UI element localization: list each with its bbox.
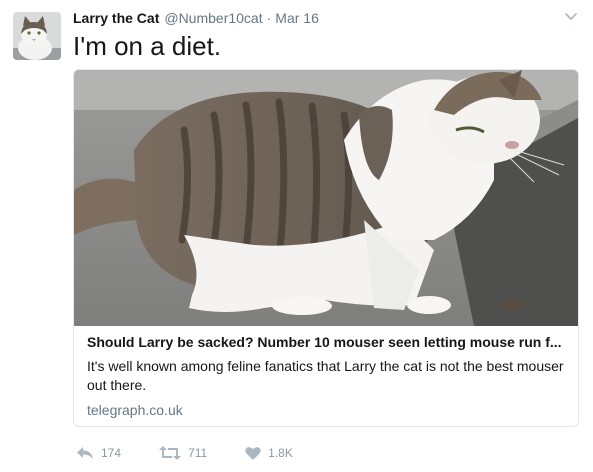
- card-image: [74, 70, 578, 326]
- like-button[interactable]: 1.8K: [245, 446, 293, 460]
- author-handle[interactable]: @Number10cat: [164, 10, 262, 26]
- reply-icon: [77, 447, 93, 459]
- card-title[interactable]: Should Larry be sacked? Number 10 mouser…: [87, 333, 566, 351]
- card-domain[interactable]: telegraph.co.uk: [87, 401, 566, 419]
- like-count: 1.8K: [268, 446, 293, 460]
- tweet-actions: 174 711 1.8K: [76, 443, 331, 463]
- avatar-cat-image: [13, 12, 61, 60]
- tweet-text: I'm on a diet.: [73, 31, 222, 61]
- heart-icon: [245, 447, 261, 460]
- tweet-timestamp[interactable]: Mar 16: [275, 10, 319, 26]
- link-card[interactable]: Should Larry be sacked? Number 10 mouser…: [73, 69, 579, 427]
- reply-count: 174: [101, 446, 122, 460]
- chevron-down-icon[interactable]: [563, 8, 579, 24]
- avatar[interactable]: [13, 12, 61, 60]
- retweet-count: 711: [188, 446, 208, 460]
- author-name[interactable]: Larry the Cat: [73, 10, 159, 26]
- reply-button[interactable]: 174: [76, 446, 121, 460]
- retweet-icon: [159, 446, 182, 460]
- card-body: Should Larry be sacked? Number 10 mouser…: [87, 333, 566, 419]
- header-separator: ·: [266, 10, 272, 26]
- card-description: It's well known among feline fanatics th…: [87, 358, 564, 393]
- retweet-button[interactable]: 711: [159, 446, 207, 460]
- tweet-header: Larry the Cat @Number10cat · Mar 16: [73, 10, 563, 28]
